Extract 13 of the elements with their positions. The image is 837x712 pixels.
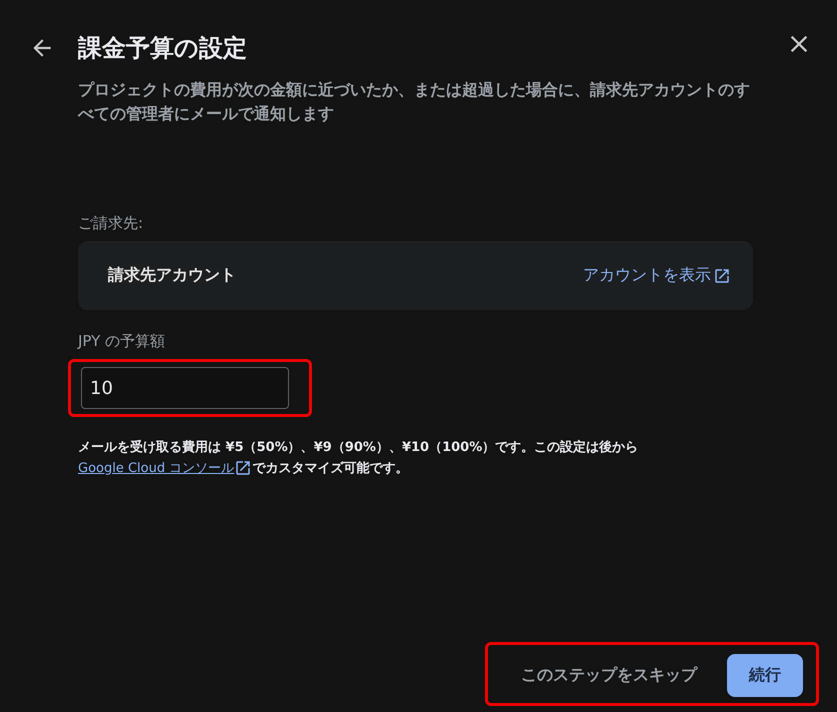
console-link[interactable]: Google Cloud コンソール (78, 461, 252, 476)
budget-input[interactable]: 10 (81, 367, 289, 409)
view-account-link[interactable]: アカウントを表示 (583, 265, 731, 286)
help-text: メールを受け取る費用は ¥5（50%）、¥9（90%）、¥10（100%）です。この設定は後から Google Cloud コンソール でカスタマイズ可能です。 (78, 438, 640, 479)
account-name: 請求先アカウント (108, 265, 236, 286)
field-label: ご請求先: (78, 214, 144, 233)
dialog-title: 課金予算の設定 (78, 33, 248, 64)
external-link-icon (234, 459, 252, 478)
skip-button[interactable]: このステップをスキップ (521, 655, 697, 696)
field-label: JPY の予算額 (78, 332, 166, 351)
dialog-description: プロジェクトの費用が次の金額に近づいたか、または超過した場合に、請求先アカウントのすべての管理者にメールで通知します (78, 79, 751, 125)
external-link-icon (713, 266, 731, 284)
continue-button[interactable]: 続行 (727, 654, 803, 697)
